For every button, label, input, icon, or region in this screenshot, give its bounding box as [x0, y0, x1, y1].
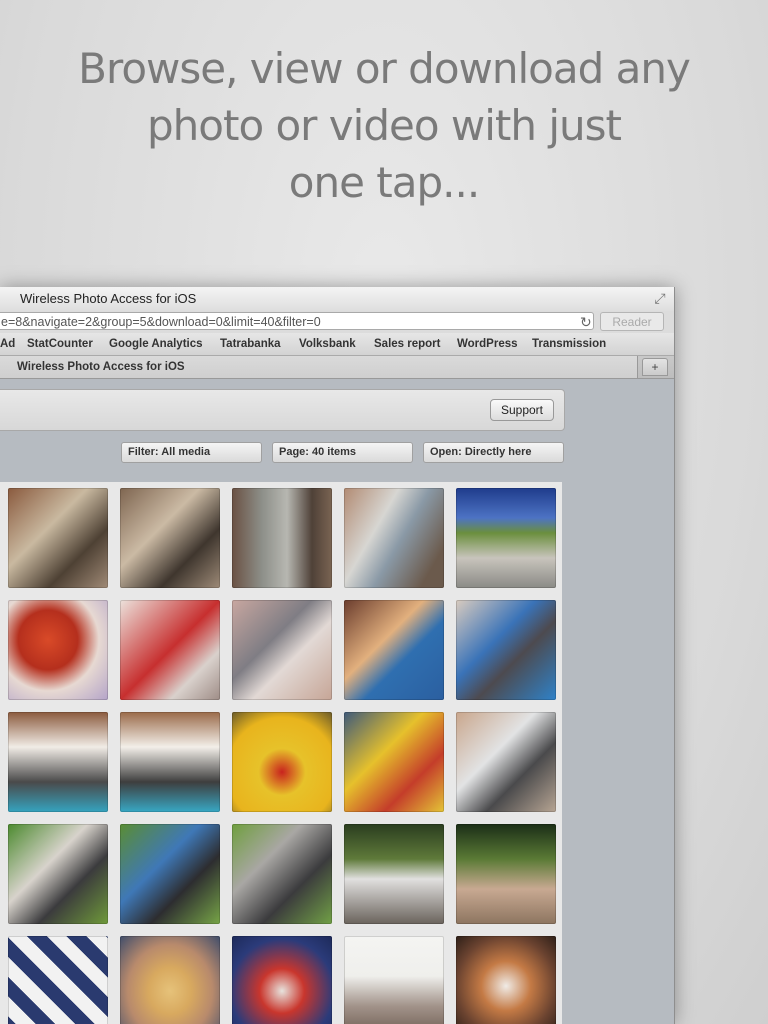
new-tab-button[interactable]: +	[642, 358, 668, 376]
photo-thumbnail[interactable]	[120, 824, 220, 924]
window-title: Wireless Photo Access for iOS	[20, 291, 197, 306]
photo-thumbnail[interactable]	[120, 712, 220, 812]
photo-thumbnail[interactable]	[232, 712, 332, 812]
photo-thumbnail[interactable]	[344, 936, 444, 1024]
browser-window: Wireless Photo Access for iOS ⤢ e=8&navi…	[0, 287, 675, 1024]
photo-grid	[0, 482, 562, 1024]
filter-media-select[interactable]: Filter: All media	[121, 442, 262, 463]
photo-thumbnail[interactable]	[232, 824, 332, 924]
bookmark-tatrabanka[interactable]: Tatrabanka	[220, 338, 281, 350]
headline-line-1: Browse, view or download any	[78, 44, 691, 93]
address-bar[interactable]: e=8&navigate=2&group=5&download=0&limit=…	[0, 312, 594, 330]
address-row: e=8&navigate=2&group=5&download=0&limit=…	[0, 311, 674, 333]
bookmarks-bar: Ad StatCounter Google Analytics Tatraban…	[0, 333, 674, 355]
title-bar[interactable]: Wireless Photo Access for iOS ⤢	[0, 287, 674, 311]
photo-thumbnail[interactable]	[344, 600, 444, 700]
fullscreen-icon[interactable]: ⤢	[652, 290, 668, 306]
photo-thumbnail[interactable]	[344, 488, 444, 588]
tab-bar: Wireless Photo Access for iOS +	[0, 355, 674, 379]
page-content: Support Filter: All media Page: 40 items…	[0, 379, 674, 1024]
bookmark-sales-report[interactable]: Sales report	[374, 338, 440, 350]
reader-button[interactable]: Reader	[600, 312, 664, 331]
bookmark-transmission[interactable]: Transmission	[532, 338, 606, 350]
photo-thumbnail[interactable]	[456, 488, 556, 588]
photo-thumbnail[interactable]	[456, 600, 556, 700]
photo-thumbnail[interactable]	[456, 936, 556, 1024]
bookmark-ad[interactable]: Ad	[0, 338, 15, 350]
photo-thumbnail[interactable]	[456, 712, 556, 812]
headline-line-3: one tap...	[288, 158, 480, 207]
open-mode-select[interactable]: Open: Directly here	[423, 442, 564, 463]
bookmark-statcounter[interactable]: StatCounter	[27, 338, 93, 350]
photo-thumbnail[interactable]	[120, 488, 220, 588]
photo-thumbnail[interactable]	[8, 824, 108, 924]
photo-thumbnail[interactable]	[456, 824, 556, 924]
page-size-select[interactable]: Page: 40 items	[272, 442, 413, 463]
tab-wireless-photo-access[interactable]: Wireless Photo Access for iOS	[0, 356, 638, 378]
photo-thumbnail[interactable]	[120, 600, 220, 700]
photo-thumbnail[interactable]	[344, 824, 444, 924]
support-button[interactable]: Support	[490, 399, 554, 421]
reload-icon[interactable]: ↻	[580, 313, 592, 331]
photo-thumbnail[interactable]	[8, 488, 108, 588]
photo-thumbnail[interactable]	[232, 936, 332, 1024]
photo-thumbnail[interactable]	[232, 600, 332, 700]
photo-thumbnail[interactable]	[232, 488, 332, 588]
headline: Browse, view or download any photo or vi…	[0, 40, 768, 211]
bookmark-volksbank[interactable]: Volksbank	[299, 338, 356, 350]
photo-thumbnail[interactable]	[8, 712, 108, 812]
header-panel	[0, 389, 565, 431]
photo-thumbnail[interactable]	[8, 600, 108, 700]
photo-thumbnail[interactable]	[120, 936, 220, 1024]
bookmark-google-analytics[interactable]: Google Analytics	[109, 338, 203, 350]
headline-line-2: photo or video with just	[147, 101, 622, 150]
photo-thumbnail[interactable]	[344, 712, 444, 812]
photo-thumbnail[interactable]	[8, 936, 108, 1024]
bookmark-wordpress[interactable]: WordPress	[457, 338, 518, 350]
